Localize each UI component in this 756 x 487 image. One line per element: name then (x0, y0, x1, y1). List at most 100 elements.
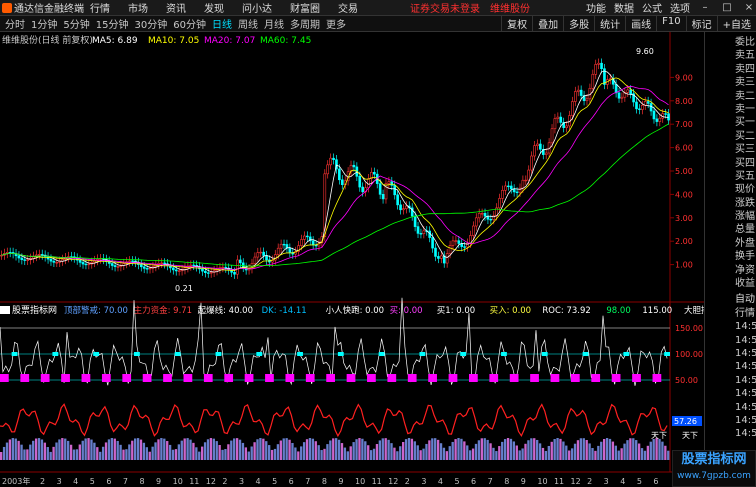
period-tab[interactable]: 5分钟 (60, 16, 92, 31)
volume-bar (349, 446, 352, 460)
quote-field-label: 净资 (735, 264, 755, 276)
volume-bar (69, 444, 73, 460)
date-tick: 6 (653, 477, 658, 486)
volume-bar (399, 446, 402, 460)
app-logo-icon (2, 3, 12, 13)
menu-item[interactable]: 交易 (338, 0, 358, 15)
indicator-axis-label: 150.00 (675, 324, 703, 333)
menu-item[interactable]: 资讯 (166, 0, 186, 15)
volume-bar (509, 438, 513, 460)
volume-bar (611, 441, 615, 460)
volume-bar (422, 448, 425, 460)
candle-body (649, 103, 653, 112)
candle-body (303, 235, 306, 240)
volume-bar (294, 447, 297, 460)
watermark-title: 股票指标网 (681, 452, 747, 467)
volume-bar (667, 450, 670, 460)
close-icon[interactable]: × (742, 2, 756, 13)
volume-bar (55, 442, 58, 460)
volume-bar (495, 451, 498, 460)
volume-bar (605, 438, 609, 460)
toolbar-button[interactable]: 标记 (685, 16, 717, 31)
candle-body (110, 263, 114, 266)
volume-bar (460, 438, 463, 460)
period-tab[interactable]: 15分钟 (93, 16, 132, 31)
candle-body (422, 230, 426, 234)
indicator-value: 买: 0.00 (390, 306, 423, 316)
volume-bar (26, 449, 29, 460)
volume-bar (524, 443, 527, 460)
volume-bar (300, 446, 303, 460)
candle-body (358, 176, 362, 188)
candle-body (81, 262, 85, 265)
maximize-icon[interactable]: □ (720, 2, 734, 13)
candle-body (402, 208, 405, 211)
volume-bar (125, 449, 128, 460)
volume-bar (241, 442, 245, 460)
volume-bar (195, 447, 198, 460)
menu-item[interactable]: 市场 (128, 0, 148, 15)
volume-bar (268, 445, 271, 460)
quote-field-label: 卖二 (735, 90, 755, 102)
candle-body (384, 183, 388, 200)
period-tab[interactable]: 多周期 (287, 16, 323, 31)
volume-bar (2, 446, 6, 460)
menu-options[interactable]: 选项 (670, 0, 690, 15)
volume-bar (556, 438, 559, 460)
volume-bar (5, 442, 9, 460)
toolbar-button[interactable]: 统计 (594, 16, 625, 31)
menu-item[interactable]: 财富圈 (290, 0, 320, 15)
volume-bar (37, 438, 41, 460)
candle-body (544, 152, 548, 155)
signal-block (244, 374, 254, 382)
candle-body (256, 252, 260, 258)
period-tab[interactable]: 月线 (261, 16, 287, 31)
candle-body (527, 169, 531, 181)
kline-chart[interactable]: 维维股份(日线 前复权) MA5: 6.89 MA10: 7.05 MA20: 7.0… (0, 32, 704, 487)
toolbar-button[interactable]: 多股 (563, 16, 594, 31)
candle-body (276, 247, 280, 255)
volume-bar (34, 438, 38, 460)
toolbar-button[interactable]: 叠加 (532, 16, 563, 31)
candle-body (311, 240, 315, 246)
period-tab[interactable]: 周线 (235, 16, 261, 31)
candle-body (113, 265, 117, 267)
minimize-icon[interactable]: – (698, 2, 712, 13)
menu-item[interactable]: 发现 (204, 0, 224, 15)
login-notice[interactable]: 证券交易未登录 (410, 0, 480, 15)
volume-bar (107, 439, 111, 460)
quote-field-label: 卖五 (735, 50, 755, 62)
price-label: 6.00 (675, 144, 693, 153)
period-tab[interactable]: 1分钟 (28, 16, 60, 31)
volume-bar (209, 438, 213, 460)
candle-body (454, 240, 458, 242)
menu-item[interactable]: 问小达 (242, 0, 272, 15)
volume-bar (431, 438, 434, 460)
menu-data[interactable]: 数据 (614, 0, 634, 15)
candle-body (87, 263, 91, 266)
auto-tick-label[interactable]: 自动 (705, 293, 756, 306)
toolbar-button[interactable]: 复权 (501, 16, 532, 31)
toolbar-button[interactable]: +自选 (716, 16, 756, 31)
toolbar-button[interactable]: 画线 (625, 16, 656, 31)
period-tab[interactable]: 更多 (323, 16, 349, 31)
candle-body (597, 62, 600, 65)
volume-bar (166, 441, 169, 460)
volume-bar (655, 438, 658, 460)
period-tab[interactable]: 分时 (2, 16, 28, 31)
candle-body (239, 259, 242, 264)
menu-function[interactable]: 功能 (586, 0, 606, 15)
volume-bar (259, 438, 262, 460)
period-tab[interactable]: 60分钟 (170, 16, 209, 31)
quote-field-label: 换手 (735, 251, 755, 263)
volume-bar (136, 438, 140, 460)
menu-item[interactable]: 行情 (90, 0, 110, 15)
volume-bar (288, 439, 291, 460)
menu-formula[interactable]: 公式 (642, 0, 662, 15)
candle-body (396, 194, 399, 206)
period-tab[interactable]: 日线 (209, 16, 235, 31)
volume-bar (463, 441, 466, 460)
period-tab[interactable]: 30分钟 (131, 16, 170, 31)
candle-body (434, 247, 437, 257)
toolbar-button[interactable]: F10 (656, 16, 685, 31)
